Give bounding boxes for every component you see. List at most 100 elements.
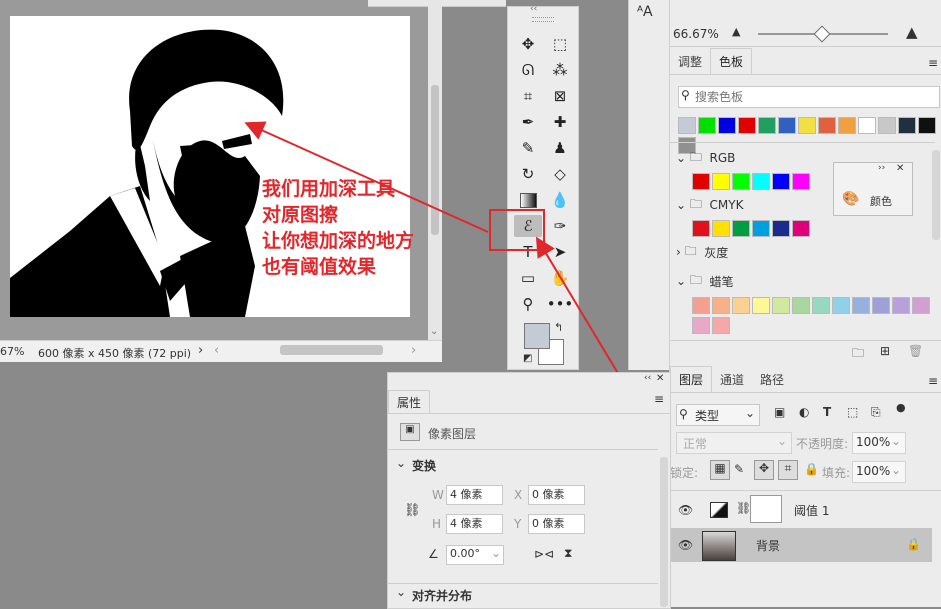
foreground-color-swatch[interactable] [524, 323, 550, 349]
cmyk-swatch-0[interactable] [692, 220, 710, 237]
cmyk-swatch-3[interactable] [752, 220, 770, 237]
color-popup-label[interactable]: 颜色 [870, 193, 892, 209]
filter-type-icon[interactable]: T [823, 405, 831, 419]
opacity-field[interactable]: 100% ⌄ [852, 432, 906, 454]
pastel-swatch-8[interactable] [852, 297, 870, 314]
trash-icon[interactable]: 🗑 [908, 344, 923, 358]
filter-shape-icon[interactable]: ⬚ [847, 405, 858, 419]
search-field[interactable] [693, 88, 937, 106]
pastel-swatch-2[interactable] [732, 297, 750, 314]
height-input[interactable]: 4 像素 [446, 514, 503, 534]
lock-all-icon[interactable]: 🔒 [804, 462, 819, 476]
cmyk-swatch-4[interactable] [772, 220, 790, 237]
cmyk-swatch-1[interactable] [712, 220, 730, 237]
recent-swatch-3[interactable] [738, 117, 756, 134]
eye-icon[interactable]: 👁 [678, 538, 693, 552]
recent-swatch-7[interactable] [818, 117, 836, 134]
recent-swatch-10[interactable] [878, 117, 896, 134]
layer-name[interactable]: 阈值 1 [794, 502, 829, 519]
rgb-swatch-4[interactable] [772, 173, 790, 190]
rgb-swatch-2[interactable] [732, 173, 750, 190]
layer-filter-select[interactable]: ⚲ 类型 ⌄ [676, 404, 760, 426]
flip-horizontal-icon[interactable]: ⊳⊲ [534, 547, 554, 561]
tab-layers[interactable]: 图层 [670, 366, 713, 392]
filter-toggle-icon[interactable]: ● [896, 401, 906, 414]
recent-swatch-11[interactable] [898, 117, 916, 134]
flip-vertical-icon[interactable]: ⧗ [564, 546, 572, 561]
pastel-swatch-9[interactable] [872, 297, 890, 314]
link-icon[interactable]: ⛓ [736, 501, 751, 515]
zoom-slider-thumb[interactable] [813, 25, 831, 43]
recent-swatch-4[interactable] [758, 117, 776, 134]
panel-menu-icon[interactable]: ≡ [928, 56, 938, 70]
recent-swatch-5[interactable] [778, 117, 796, 134]
chevron-down-icon[interactable]: ⌄ [676, 151, 686, 165]
tab-adjustments[interactable]: 调整 [670, 49, 710, 74]
filter-adjustment-icon[interactable]: ◐ [799, 405, 809, 419]
panel-menu-icon[interactable]: ≡ [654, 392, 664, 406]
pastel-swatch-12[interactable] [692, 317, 710, 334]
pastel-swatch-5[interactable] [792, 297, 810, 314]
rgb-swatch-1[interactable] [712, 173, 730, 190]
tab-properties[interactable]: 属性 [388, 390, 431, 414]
zoom-out-mountain-icon[interactable]: ▲ [732, 25, 740, 38]
pastel-swatch-6[interactable] [812, 297, 830, 314]
expand-icon[interactable]: ›› [878, 163, 885, 173]
cmyk-swatch-5[interactable] [792, 220, 810, 237]
new-swatch-icon[interactable]: ⊞ [880, 344, 890, 358]
pastel-swatch-4[interactable] [772, 297, 790, 314]
width-input[interactable]: 4 像素 [446, 485, 503, 505]
navigator-zoom[interactable]: 66.67% [673, 27, 719, 41]
chevron-down-icon[interactable]: ⌄ [676, 198, 686, 212]
close-icon[interactable]: ✕ [656, 373, 664, 384]
eye-icon[interactable]: 👁 [678, 503, 693, 517]
pastel-swatch-11[interactable] [912, 297, 930, 314]
new-group-folder-icon[interactable]: 🗀 [852, 344, 864, 365]
layer-name[interactable]: 背景 [756, 537, 780, 554]
lock-artboard-icon[interactable]: ⌗ [778, 460, 798, 480]
fill-field[interactable]: 100% ⌄ [852, 461, 906, 483]
chevron-down-icon[interactable]: ⌄ [396, 456, 406, 470]
chevron-down-icon[interactable]: ⌄ [396, 585, 406, 599]
recent-swatch-9[interactable] [858, 117, 876, 134]
pastel-swatch-10[interactable] [892, 297, 910, 314]
recent-swatch-12[interactable] [918, 117, 936, 134]
recent-swatch-1[interactable] [698, 117, 716, 134]
tab-swatches[interactable]: 色板 [710, 48, 753, 74]
swatches-scrollbar[interactable] [932, 150, 940, 240]
filter-pixel-icon[interactable]: ▣ [774, 405, 785, 419]
y-input[interactable]: 0 像素 [528, 514, 585, 534]
tab-paths[interactable]: 路径 [752, 367, 792, 392]
rgb-swatch-5[interactable] [792, 173, 810, 190]
chevron-right-icon[interactable]: › [676, 245, 681, 259]
swatch-search-input[interactable]: ⚲ [678, 86, 940, 108]
link-dimensions-icon[interactable]: ⛓ [404, 503, 421, 518]
layer-row-threshold[interactable]: 👁 ⛓ 阈值 1 [670, 493, 932, 527]
pastel-swatch-7[interactable] [832, 297, 850, 314]
lock-transparent-icon[interactable]: ▦ [710, 460, 730, 480]
filter-smart-object-icon[interactable]: ⎘ [871, 405, 881, 420]
recent-swatch-0[interactable] [678, 117, 696, 134]
lock-position-icon[interactable]: ✥ [754, 460, 774, 480]
recent-swatch-2[interactable] [718, 117, 736, 134]
pastel-swatch-1[interactable] [712, 297, 730, 314]
close-icon[interactable]: ✕ [896, 163, 904, 174]
recent-swatch-6[interactable] [798, 117, 816, 134]
chevron-down-icon[interactable]: ⌄ [676, 274, 686, 288]
panel-menu-icon[interactable]: ≡ [928, 374, 938, 388]
rgb-swatch-3[interactable] [752, 173, 770, 190]
layer-mask-thumbnail[interactable] [750, 495, 782, 523]
collapse-panel-icon[interactable]: ‹‹ [644, 373, 651, 383]
lock-pixels-icon[interactable]: ✎ [734, 462, 744, 476]
pastel-swatch-13[interactable] [712, 317, 730, 334]
blend-mode-select[interactable]: 正常 ⌄ [676, 432, 792, 454]
recent-swatch-8[interactable] [838, 117, 856, 134]
properties-scrollbar[interactable] [660, 457, 668, 607]
pastel-swatch-3[interactable] [752, 297, 770, 314]
palette-icon[interactable]: 🎨 [842, 191, 859, 207]
rgb-swatch-0[interactable] [692, 173, 710, 190]
swatch-group-rgb[interactable]: ⌄ 🗀 RGB [676, 147, 836, 169]
zoom-in-mountain-icon[interactable]: ▲ [906, 23, 918, 41]
layer-row-background[interactable]: 👁 背景 🔒 [670, 528, 932, 562]
angle-input[interactable]: 0.00° ⌄ [446, 545, 504, 565]
